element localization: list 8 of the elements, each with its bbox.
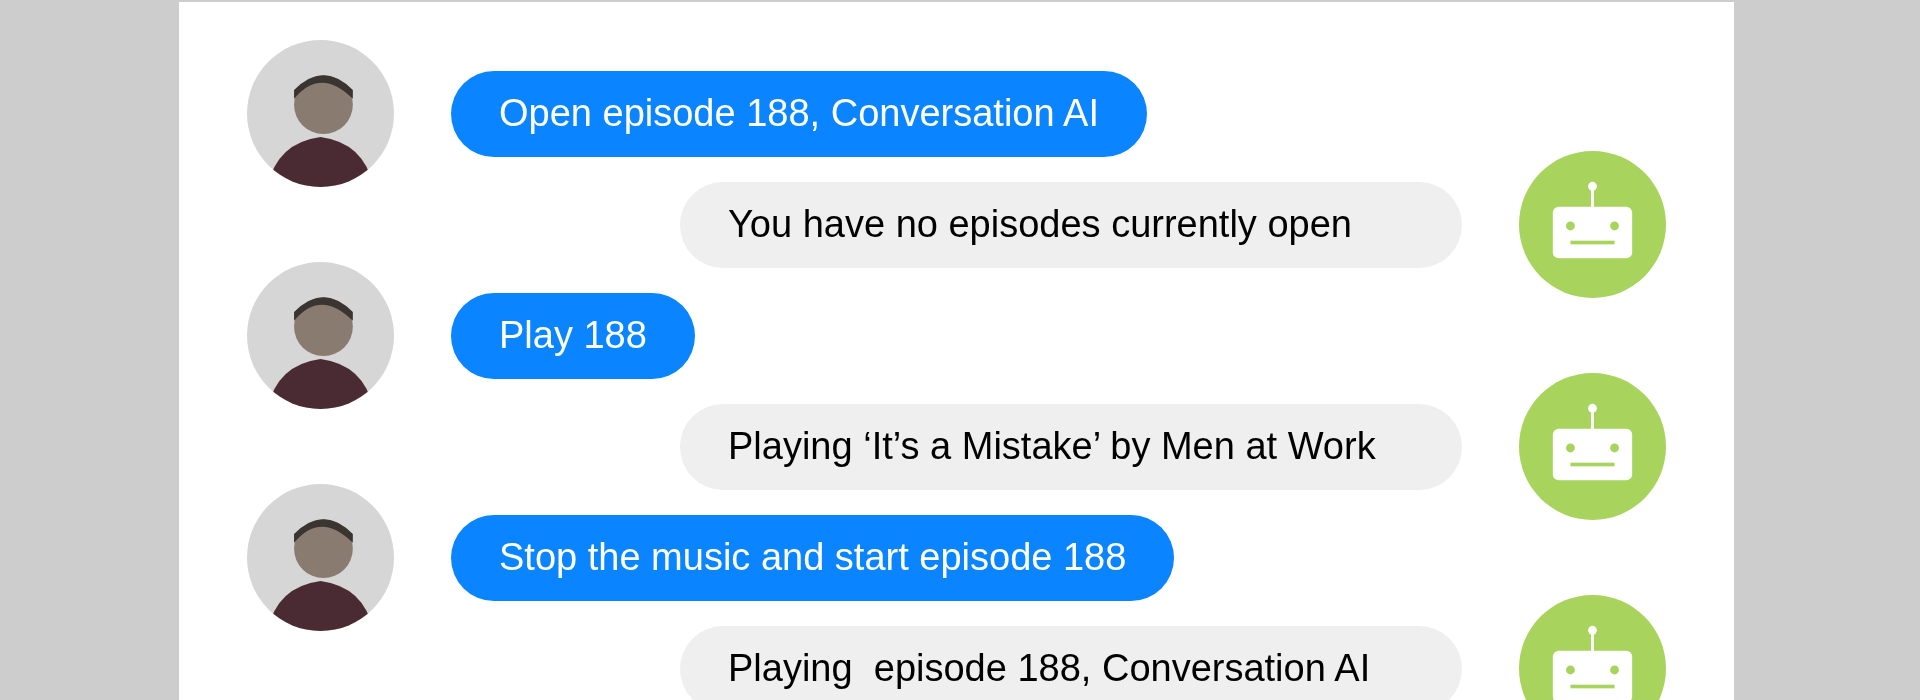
- user-message: Play 188: [451, 292, 695, 379]
- robot-icon: [1519, 151, 1666, 298]
- robot-icon: [1519, 373, 1666, 520]
- user-message: Stop the music and start episode 188: [451, 514, 1175, 601]
- bot-message: You have no episodes currently open: [680, 181, 1462, 268]
- bot-message: Playing ‘It’s a Mistake’ by Men at Work: [680, 403, 1462, 490]
- user-message: Open episode 188, Conversation AI: [451, 70, 1147, 157]
- bot-message: Playing episode 188, Conversation AI: [680, 625, 1462, 700]
